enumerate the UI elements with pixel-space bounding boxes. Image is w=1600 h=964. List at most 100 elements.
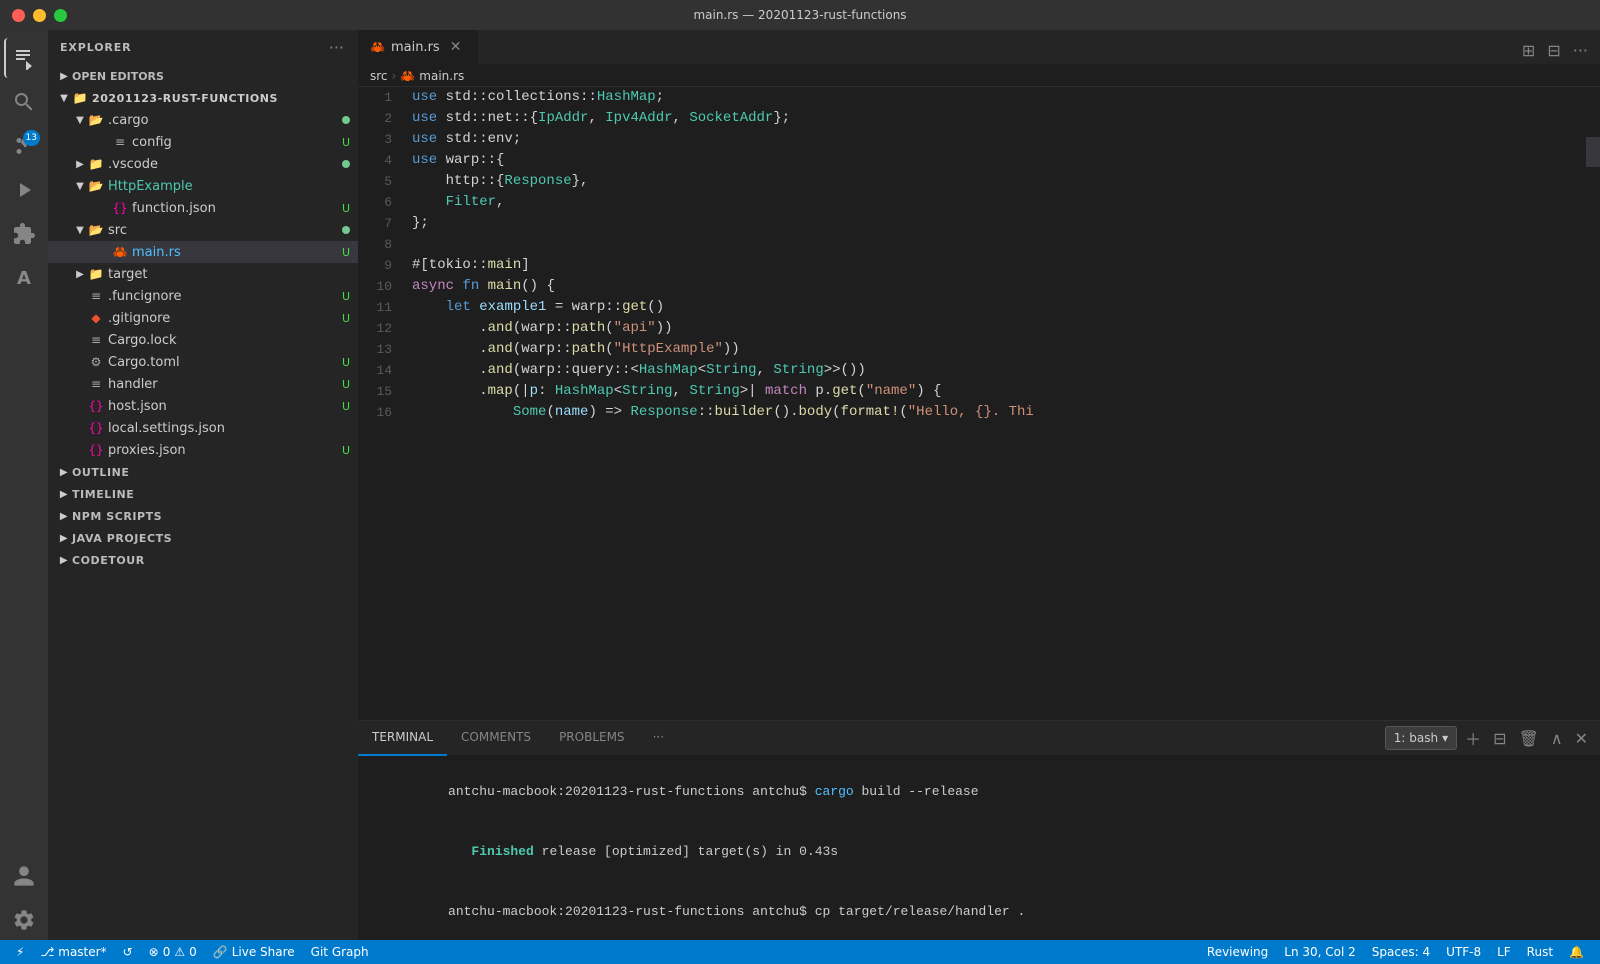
sidebar-item-proxies-json[interactable]: {} proxies.json U	[48, 439, 358, 461]
tab-close-button[interactable]: ✕	[450, 39, 462, 55]
tab-problems[interactable]: PROBLEMS	[545, 721, 639, 756]
line-code-12: .and(warp::path("api"))	[408, 318, 1586, 339]
sidebar-item-cargo-toml[interactable]: ⚙ Cargo.toml U	[48, 351, 358, 373]
error-icon: ⊗	[149, 945, 159, 959]
status-gitgraph[interactable]: Git Graph	[303, 940, 377, 964]
diff-editor-button[interactable]: ⊞	[1518, 37, 1539, 64]
sidebar-item-local-settings[interactable]: {} local.settings.json	[48, 417, 358, 439]
more-actions-button[interactable]: ···	[327, 36, 346, 59]
minimize-button[interactable]	[33, 9, 46, 22]
error-count: 0	[163, 945, 171, 959]
status-branch[interactable]: ⎇ master*	[32, 940, 114, 964]
terminal-line-2: Finished release [optimized] target(s) i…	[370, 822, 1588, 882]
settings-activity-icon[interactable]	[4, 900, 44, 940]
line-code-16: Some(name) => Response::builder().body(f…	[408, 402, 1586, 423]
status-spaces[interactable]: Spaces: 4	[1364, 940, 1438, 964]
sidebar-timeline-header[interactable]: ▶ TIMELINE	[48, 483, 358, 505]
line-num-5: 5	[358, 171, 408, 192]
code-line-6: 6 Filter,	[358, 192, 1586, 213]
terminal-selector-chevron: ▾	[1442, 731, 1448, 745]
split-editor-button[interactable]: ⊟	[1543, 37, 1564, 64]
code-editor[interactable]: 1 use std::collections::HashMap; 2 use s…	[358, 87, 1586, 720]
sidebar-item-httpexample[interactable]: ▼ 📂 HttpExample	[48, 175, 358, 197]
httpexample-label: HttpExample	[108, 179, 350, 194]
status-notifications[interactable]: 🔔	[1561, 940, 1592, 964]
terminal-selector[interactable]: 1: bash ▾	[1385, 726, 1457, 750]
sidebar-open-editors[interactable]: ▶ OPEN EDITORS	[48, 65, 358, 87]
folder-icon: 📂	[88, 222, 104, 238]
status-encoding[interactable]: UTF-8	[1438, 940, 1489, 964]
minimap-thumb[interactable]	[1586, 137, 1600, 167]
proxies-json-label: proxies.json	[108, 443, 338, 458]
terminal-panel: TERMINAL COMMENTS PROBLEMS ··· 1: bash ▾…	[358, 720, 1600, 940]
sidebar-item-gitignore[interactable]: ◆ .gitignore U	[48, 307, 358, 329]
code-line-15: 15 .map(|p: HashMap<String, String>| mat…	[358, 381, 1586, 402]
line-num-14: 14	[358, 360, 408, 381]
open-editors-arrow: ▶	[56, 68, 72, 84]
sidebar-java-header[interactable]: ▶ JAVA PROJECTS	[48, 527, 358, 549]
folder-icon: 📂	[88, 178, 104, 194]
account-activity-icon[interactable]	[4, 856, 44, 896]
explorer-activity-icon[interactable]	[4, 38, 44, 78]
tab-main-rs[interactable]: 🦀 main.rs ✕	[358, 30, 478, 64]
sidebar-item-cargo[interactable]: ▼ 📂 .cargo	[48, 109, 358, 131]
sidebar-item-src[interactable]: ▼ 📂 src	[48, 219, 358, 241]
split-terminal-button[interactable]: ⊟	[1489, 725, 1510, 752]
status-eol[interactable]: LF	[1489, 940, 1519, 964]
delete-terminal-button[interactable]: 🗑	[1515, 725, 1543, 752]
status-language[interactable]: Rust	[1519, 940, 1561, 964]
sidebar-item-vscode[interactable]: ▶ 📁 .vscode	[48, 153, 358, 175]
line-num-16: 16	[358, 402, 408, 423]
extensions-activity-icon[interactable]	[4, 214, 44, 254]
java-arrow: ▶	[56, 530, 72, 546]
breadcrumb-src[interactable]: src	[370, 69, 388, 83]
npm-label: NPM SCRIPTS	[72, 510, 162, 523]
sidebar-item-main-rs[interactable]: 🦀 main.rs U	[48, 241, 358, 263]
breadcrumb-main-rs[interactable]: main.rs	[419, 69, 464, 83]
sidebar-item-funcignore[interactable]: ≡ .funcignore U	[48, 285, 358, 307]
sidebar-item-target[interactable]: ▶ 📁 target	[48, 263, 358, 285]
maximize-button[interactable]	[54, 9, 67, 22]
open-editors-label: OPEN EDITORS	[72, 70, 164, 83]
status-refresh[interactable]: ↺	[115, 940, 141, 964]
run-activity-icon[interactable]	[4, 170, 44, 210]
ct-badge: U	[342, 356, 350, 369]
search-activity-icon[interactable]	[4, 82, 44, 122]
status-reviewing[interactable]: Reviewing	[1199, 940, 1276, 964]
status-errors[interactable]: ⊗ 0 ⚠ 0	[141, 940, 205, 964]
status-sync[interactable]: ⚡	[8, 940, 32, 964]
java-label: JAVA PROJECTS	[72, 532, 172, 545]
sidebar-item-host-json[interactable]: {} host.json U	[48, 395, 358, 417]
source-control-activity-icon[interactable]: 13	[4, 126, 44, 166]
sidebar-item-function-json[interactable]: {} function.json U	[48, 197, 358, 219]
close-button[interactable]	[12, 9, 25, 22]
maximize-panel-button[interactable]: ∧	[1547, 725, 1567, 752]
more-tab-actions-button[interactable]: ···	[1569, 37, 1592, 64]
code-line-9: 9 #[tokio::main]	[358, 255, 1586, 276]
sidebar-codetour-header[interactable]: ▶ CODETOUR	[48, 549, 358, 571]
sidebar-item-handler[interactable]: ≡ handler U	[48, 373, 358, 395]
status-liveshare[interactable]: 🔗 Live Share	[205, 940, 303, 964]
sidebar-npm-header[interactable]: ▶ NPM SCRIPTS	[48, 505, 358, 527]
vscode-label: .vscode	[108, 157, 338, 172]
cargo-toml-label: Cargo.toml	[108, 355, 338, 370]
tab-comments[interactable]: COMMENTS	[447, 721, 545, 756]
json-icon: {}	[88, 398, 104, 414]
window-controls[interactable]	[12, 9, 67, 22]
tab-more[interactable]: ···	[639, 721, 678, 756]
vscode-dot	[342, 160, 350, 168]
line-num-1: 1	[358, 87, 408, 108]
appland-activity-icon[interactable]: A	[4, 258, 44, 298]
status-cursor-position[interactable]: Ln 30, Col 2	[1276, 940, 1364, 964]
sidebar-project-root[interactable]: ▼ 📁 20201123-RUST-FUNCTIONS	[48, 87, 358, 109]
new-terminal-button[interactable]: ＋	[1461, 722, 1485, 754]
sidebar-item-cargo-lock[interactable]: ≡ Cargo.lock	[48, 329, 358, 351]
sidebar-item-config[interactable]: ≡ config U	[48, 131, 358, 153]
terminal-content[interactable]: antchu-macbook:20201123-rust-functions a…	[358, 756, 1600, 940]
sync-icon: ⚡	[16, 945, 24, 959]
refresh-icon: ↺	[123, 945, 133, 959]
term-prompt-3: antchu-macbook:20201123-rust-functions a…	[448, 904, 815, 919]
sidebar-outline-header[interactable]: ▶ OUTLINE	[48, 461, 358, 483]
tab-terminal[interactable]: TERMINAL	[358, 721, 447, 756]
close-panel-button[interactable]: ✕	[1571, 725, 1592, 752]
